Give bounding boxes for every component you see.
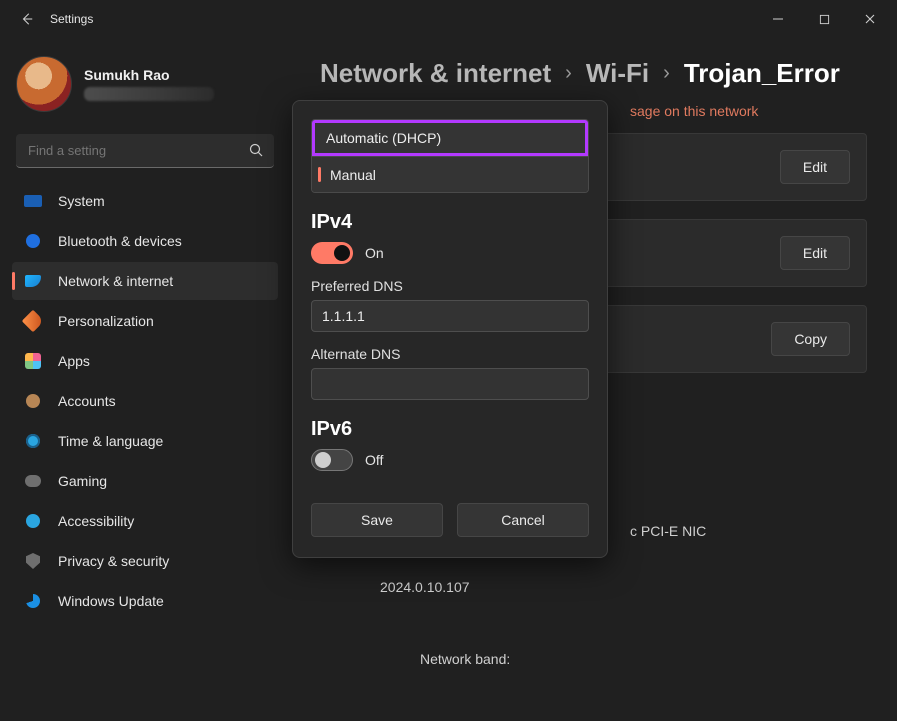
edit-dns-dialog: Automatic (DHCP) Manual IPv4 On Preferre…	[292, 100, 608, 558]
person-icon	[26, 394, 40, 408]
maximize-icon	[819, 14, 830, 25]
nav-label: Windows Update	[58, 593, 164, 609]
edit-ip-button[interactable]: Edit	[780, 150, 850, 184]
alternate-dns-label: Alternate DNS	[311, 346, 589, 362]
network-band-label: Network band:	[320, 651, 867, 667]
search-input[interactable]	[16, 134, 274, 168]
nav-item-personalization[interactable]: Personalization	[12, 302, 278, 340]
nav-item-apps[interactable]: Apps	[12, 342, 278, 380]
ipv6-heading: IPv6	[311, 418, 589, 441]
avatar	[16, 56, 72, 112]
wifi-icon	[25, 275, 41, 287]
nav-item-system[interactable]: System	[12, 182, 278, 220]
nav-label: Accounts	[58, 393, 116, 409]
minimize-button[interactable]	[755, 0, 801, 38]
nav-item-privacy[interactable]: Privacy & security	[12, 542, 278, 580]
dropdown-option-manual[interactable]: Manual	[312, 156, 588, 192]
ipv4-toggle-label: On	[365, 245, 384, 261]
edit-dns-button[interactable]: Edit	[780, 236, 850, 270]
accessibility-icon	[26, 514, 40, 528]
ipv6-toggle[interactable]	[311, 449, 353, 471]
nav-item-accessibility[interactable]: Accessibility	[12, 502, 278, 540]
nav-item-network[interactable]: Network & internet	[12, 262, 278, 300]
sidebar: Sumukh Rao System Bluetooth & devices Ne…	[0, 38, 290, 620]
breadcrumb-root[interactable]: Network & internet	[320, 58, 551, 89]
nav-label: Apps	[58, 353, 90, 369]
nav-label: System	[58, 193, 105, 209]
chevron-right-icon: ›	[565, 62, 572, 85]
paintbrush-icon	[22, 310, 45, 333]
dropdown-option-automatic[interactable]: Automatic (DHCP)	[312, 120, 588, 156]
nav-label: Privacy & security	[58, 553, 169, 569]
close-icon	[864, 13, 876, 25]
dns-mode-dropdown[interactable]: Automatic (DHCP) Manual	[311, 119, 589, 193]
breadcrumb: Network & internet › Wi-Fi › Trojan_Erro…	[320, 58, 867, 89]
nav-item-accounts[interactable]: Accounts	[12, 382, 278, 420]
nav-item-time[interactable]: Time & language	[12, 422, 278, 460]
breadcrumb-current: Trojan_Error	[684, 58, 840, 89]
cancel-button[interactable]: Cancel	[457, 503, 589, 537]
gamepad-icon	[25, 475, 41, 487]
minimize-icon	[772, 13, 784, 25]
nav-label: Personalization	[58, 313, 154, 329]
nav-label: Gaming	[58, 473, 107, 489]
alternate-dns-input[interactable]	[311, 368, 589, 400]
preferred-dns-label: Preferred DNS	[311, 278, 589, 294]
nav-item-gaming[interactable]: Gaming	[12, 462, 278, 500]
ipv4-toggle[interactable]	[311, 242, 353, 264]
ipv4-heading: IPv4	[311, 211, 589, 234]
search-box[interactable]	[16, 134, 274, 168]
nav-label: Time & language	[58, 433, 163, 449]
search-icon	[248, 142, 264, 158]
nav-item-bluetooth[interactable]: Bluetooth & devices	[12, 222, 278, 260]
driver-version: 2024.0.10.107	[320, 579, 867, 595]
save-button[interactable]: Save	[311, 503, 443, 537]
apps-icon	[25, 353, 41, 369]
chevron-right-icon: ›	[663, 62, 670, 85]
copy-button[interactable]: Copy	[771, 322, 850, 356]
profile-name: Sumukh Rao	[84, 67, 214, 83]
nav-list: System Bluetooth & devices Network & int…	[12, 182, 278, 620]
globe-clock-icon	[26, 434, 40, 448]
system-icon	[24, 195, 42, 207]
profile-email-redacted	[84, 87, 214, 101]
arrow-left-icon	[20, 12, 34, 26]
nav-label: Accessibility	[58, 513, 134, 529]
update-icon	[26, 594, 40, 608]
app-title: Settings	[50, 12, 93, 26]
ipv6-toggle-label: Off	[365, 452, 383, 468]
titlebar: Settings	[0, 0, 897, 38]
bluetooth-icon	[26, 234, 40, 248]
profile-block[interactable]: Sumukh Rao	[12, 48, 278, 132]
maximize-button[interactable]	[801, 0, 847, 38]
nav-label: Network & internet	[58, 273, 173, 289]
close-button[interactable]	[847, 0, 893, 38]
nav-label: Bluetooth & devices	[58, 233, 182, 249]
nav-item-update[interactable]: Windows Update	[12, 582, 278, 620]
breadcrumb-wifi[interactable]: Wi-Fi	[586, 58, 649, 89]
preferred-dns-input[interactable]	[311, 300, 589, 332]
back-button[interactable]	[4, 0, 50, 38]
shield-icon	[26, 553, 40, 569]
